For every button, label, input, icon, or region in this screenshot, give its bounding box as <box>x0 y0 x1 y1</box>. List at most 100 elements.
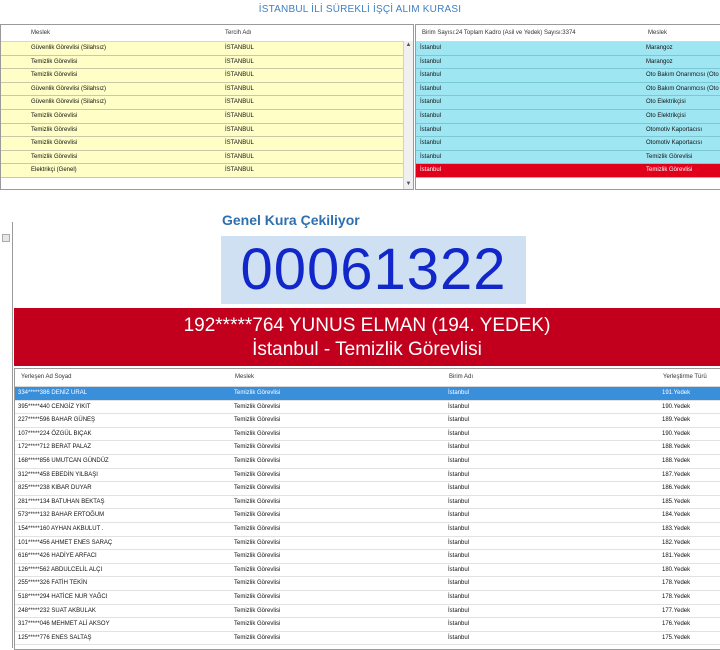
table-cell: İstanbul <box>448 430 470 437</box>
table-cell: Temizlik Görevlisi <box>31 153 78 160</box>
table-row[interactable]: İstanbul Oto Bakım Onarımcısı (Oto <box>416 82 720 97</box>
table-cell: Güvenlik Görevlisi (Silahsız) <box>31 45 107 51</box>
table-row[interactable]: 172*****712 BERAT PALAZ Temizlik Görevlis… <box>15 441 720 455</box>
table-row[interactable]: İstanbul Otomotiv Kaportacısı <box>416 137 720 151</box>
table-row[interactable]: Güvenlik Görevlisi (Silahsız) İSTANBUL <box>1 96 413 110</box>
table-cell: Oto Elektrikçisi <box>646 99 686 106</box>
table-cell: İstanbul <box>448 458 470 464</box>
table-row[interactable]: Temizlik Görevlisi İSTANBUL <box>1 123 413 138</box>
table-cell: 125*****776 ENES SALTAŞ <box>18 634 92 641</box>
table-cell: Güvenlik Görevlisi (Silahsız) <box>31 85 107 92</box>
table-cell: 184.Yedek <box>662 512 691 519</box>
table-cell: Temizlik Görevlisi <box>31 72 78 79</box>
table-row[interactable]: Temizlik Görevlisi İSTANBUL <box>1 69 413 83</box>
table-row[interactable]: İstanbul Oto Elektrikçisi <box>416 110 720 124</box>
header-yerlestirme-turu: Yerleştirme Türü <box>663 374 707 380</box>
table-cell: 101*****456 AHMET ENES SARAÇ <box>18 539 113 546</box>
table-cell: İstanbul <box>448 594 470 600</box>
table-row[interactable]: 107*****224 ÖZGÜL BIÇAK Temizlik Görevlis… <box>15 427 720 442</box>
table-cell: Temizlik Görevlisi <box>234 512 281 519</box>
table-cell: İstanbul <box>448 444 470 451</box>
scroll-up-icon[interactable]: ▲ <box>404 41 413 50</box>
draw-number: 00061322 <box>240 237 507 302</box>
table-cell: İstanbul <box>448 526 470 532</box>
table-cell: 281*****134 BATUHAN BEKTAŞ <box>18 498 105 505</box>
table-cell: 178.Yedek <box>662 580 691 587</box>
table-cell: Temizlik Görevlisi <box>234 471 281 478</box>
table-row[interactable]: 312*****458 EBEDİN YILBAŞI Temizlik Görev… <box>15 468 720 483</box>
table-cell: Temizlik Görevlisi <box>234 417 281 424</box>
table-cell: 181.Yedek <box>662 553 691 560</box>
table-row[interactable]: 395*****440 CENGİZ YIKIT Temizlik Görevli… <box>15 400 720 415</box>
table-row[interactable]: 101*****456 AHMET ENES SARAÇ Temizlik Gör… <box>15 536 720 551</box>
preference-table-scrollbar[interactable]: ▲ ▼ <box>403 41 413 189</box>
scroll-thumb[interactable] <box>2 234 10 242</box>
table-cell: 190.Yedek <box>662 403 691 410</box>
table-cell: İstanbul <box>448 417 470 424</box>
table-row[interactable]: 227*****596 BAHAR GÜNEŞ Temizlik Görevlis… <box>15 414 720 428</box>
table-cell: 227*****596 BAHAR GÜNEŞ <box>18 417 96 424</box>
table-row[interactable]: 281*****134 BATUHAN BEKTAŞ Temizlik Görev… <box>15 495 720 510</box>
scroll-down-icon[interactable]: ▼ <box>404 180 413 189</box>
table-cell: 189.Yedek <box>662 417 691 424</box>
table-row[interactable]: Elektrikçi (Genel) İSTANBUL <box>1 164 413 178</box>
table-cell: Otomotiv Kaportacısı <box>646 140 703 147</box>
table-cell: İstanbul <box>448 403 470 410</box>
table-row[interactable]: İstanbul Otomotiv Kaportacısı <box>416 123 720 138</box>
header-ad-soyad: Yerleşen Ad Soyad <box>21 374 72 380</box>
table-row[interactable]: Temizlik Görevlisi İSTANBUL <box>1 110 413 124</box>
table-cell: 186.Yedek <box>662 485 691 492</box>
table-cell: İSTANBUL <box>225 85 254 92</box>
table-cell: Oto Bakım Onarımcısı (Oto <box>646 85 719 92</box>
table-row[interactable]: Temizlik Görevlisi İSTANBUL <box>1 150 413 165</box>
table-row[interactable]: İstanbul Temizlik Görevlisi <box>416 164 720 178</box>
table-cell: İstanbul <box>420 153 442 160</box>
table-cell: İstanbul <box>448 566 470 573</box>
table-cell: İSTANBUL <box>225 126 254 133</box>
table-row[interactable]: İstanbul Temizlik Görevlisi <box>416 150 720 165</box>
table-row[interactable]: 518*****294 HATİCE NUR YAĞCI Temizlik Gör… <box>15 591 720 605</box>
table-row[interactable]: 317*****046 MEHMET ALİ AKSOY Temizlik Gör… <box>15 618 720 632</box>
table-row[interactable]: 334*****386 DENİZ URAL Temizlik Görevlisi… <box>15 387 720 401</box>
table-cell: 183.Yedek <box>662 526 691 532</box>
preference-table-header: Meslek Tercih Adı <box>1 25 413 42</box>
table-row[interactable]: Temizlik Görevlisi İSTANBUL <box>1 55 413 70</box>
table-cell: İstanbul <box>420 58 442 65</box>
table-row[interactable]: Güvenlik Görevlisi (Silahsız) İSTANBUL <box>1 82 413 97</box>
table-row[interactable]: 573*****132 BAHAR ERTOĞUM Temizlik Görevl… <box>15 509 720 523</box>
table-row[interactable]: 126*****562 ABDULCELİL ALÇI Temizlik Göre… <box>15 563 720 578</box>
table-cell: İSTANBUL <box>225 140 254 147</box>
table-cell: 334*****386 DENİZ URAL <box>18 390 88 396</box>
table-cell: Temizlik Görevlisi <box>646 167 693 174</box>
table-cell: Temizlik Görevlisi <box>31 113 78 119</box>
table-cell: İstanbul <box>420 140 442 147</box>
table-cell: Temizlik Görevlisi <box>31 140 78 147</box>
table-row[interactable]: 154*****160 AYHAN AKBULUT . Temizlik Göre… <box>15 523 720 537</box>
left-scroll-strip[interactable] <box>0 222 13 648</box>
table-row[interactable]: 168*****856 UMUTCAN GÜNDÜZ Temizlik Görev… <box>15 455 720 469</box>
table-cell: İstanbul <box>448 580 470 587</box>
table-cell: 573*****132 BAHAR ERTOĞUM <box>18 512 105 519</box>
table-cell: 317*****046 MEHMET ALİ AKSOY <box>18 621 110 628</box>
table-cell: Temizlik Görevlisi <box>234 485 281 492</box>
table-row[interactable]: 825*****238 KIBAR DUYAR Temizlik Görevlis… <box>15 482 720 496</box>
table-row[interactable]: 616*****426 HADİYE ARFACI Temizlik Görevl… <box>15 550 720 564</box>
table-cell: İstanbul <box>420 99 442 106</box>
preference-table[interactable]: Meslek Tercih Adı Güvenlik Görevlisi (Si… <box>0 24 414 190</box>
table-cell: İSTANBUL <box>225 99 254 106</box>
table-row[interactable]: 125*****776 ENES SALTAŞ Temizlik Görevlis… <box>15 631 720 646</box>
table-row[interactable]: 248*****232 SUAT AKBULAK Temizlik Görevli… <box>15 604 720 619</box>
table-cell: 175.Yedek <box>662 634 691 641</box>
unit-table[interactable]: Birim Sayısı:24 Toplam Kadro (Asil ve Ye… <box>415 24 720 190</box>
table-row[interactable]: Güvenlik Görevlisi (Silahsız) İSTANBUL <box>1 42 413 56</box>
table-cell: İSTANBUL <box>225 72 254 79</box>
table-row[interactable]: Temizlik Görevlisi İSTANBUL <box>1 137 413 151</box>
table-cell: 616*****426 HADİYE ARFACI <box>18 553 97 560</box>
table-row[interactable]: İstanbul Oto Bakım Onarımcısı (Oto <box>416 69 720 83</box>
table-row[interactable]: 255*****326 FATİH TEKİN Temizlik Görevlis… <box>15 577 720 591</box>
table-row[interactable]: İstanbul Marangoz <box>416 42 720 56</box>
table-row[interactable]: İstanbul Marangoz <box>416 55 720 70</box>
table-row[interactable]: İstanbul Oto Elektrikçisi <box>416 96 720 110</box>
table-cell: İstanbul <box>420 72 442 79</box>
results-table[interactable]: Yerleşen Ad Soyad Meslek Birim Adı Yerle… <box>14 368 720 650</box>
